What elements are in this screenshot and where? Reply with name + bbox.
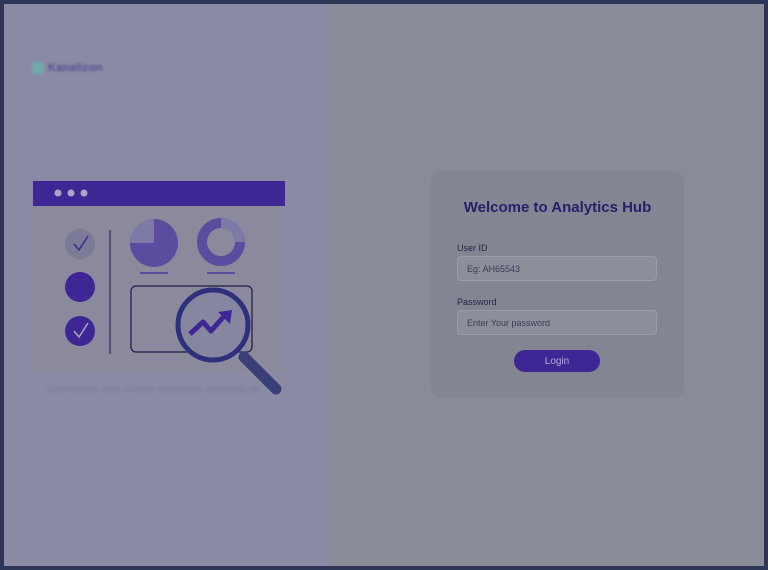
user-id-label: User ID — [457, 243, 488, 253]
page-title: Welcome to Analytics Hub — [463, 199, 652, 216]
logo-mark-icon — [32, 62, 44, 74]
check-circle-dark — [65, 316, 95, 346]
password-label: Password — [457, 297, 497, 307]
login-card: Welcome to Analytics Hub User ID Passwor… — [431, 171, 684, 398]
brand-name: Kanalizon — [48, 62, 103, 74]
analytics-illustration — [33, 181, 285, 395]
login-page: Kanalizon Lorem ipsum dolor sit amet con… — [4, 4, 764, 566]
checklist — [65, 229, 95, 346]
illustration-caption: Lorem ipsum dolor sit amet consectetur a… — [46, 384, 261, 394]
user-id-input[interactable] — [457, 256, 657, 281]
password-input[interactable] — [457, 310, 657, 335]
brand-panel: Kanalizon Lorem ipsum dolor sit amet con… — [4, 4, 330, 566]
brand-logo[interactable]: Kanalizon — [32, 62, 103, 74]
login-button[interactable]: Login — [514, 350, 600, 372]
check-circle-light — [65, 229, 95, 259]
filled-circle — [65, 272, 95, 302]
